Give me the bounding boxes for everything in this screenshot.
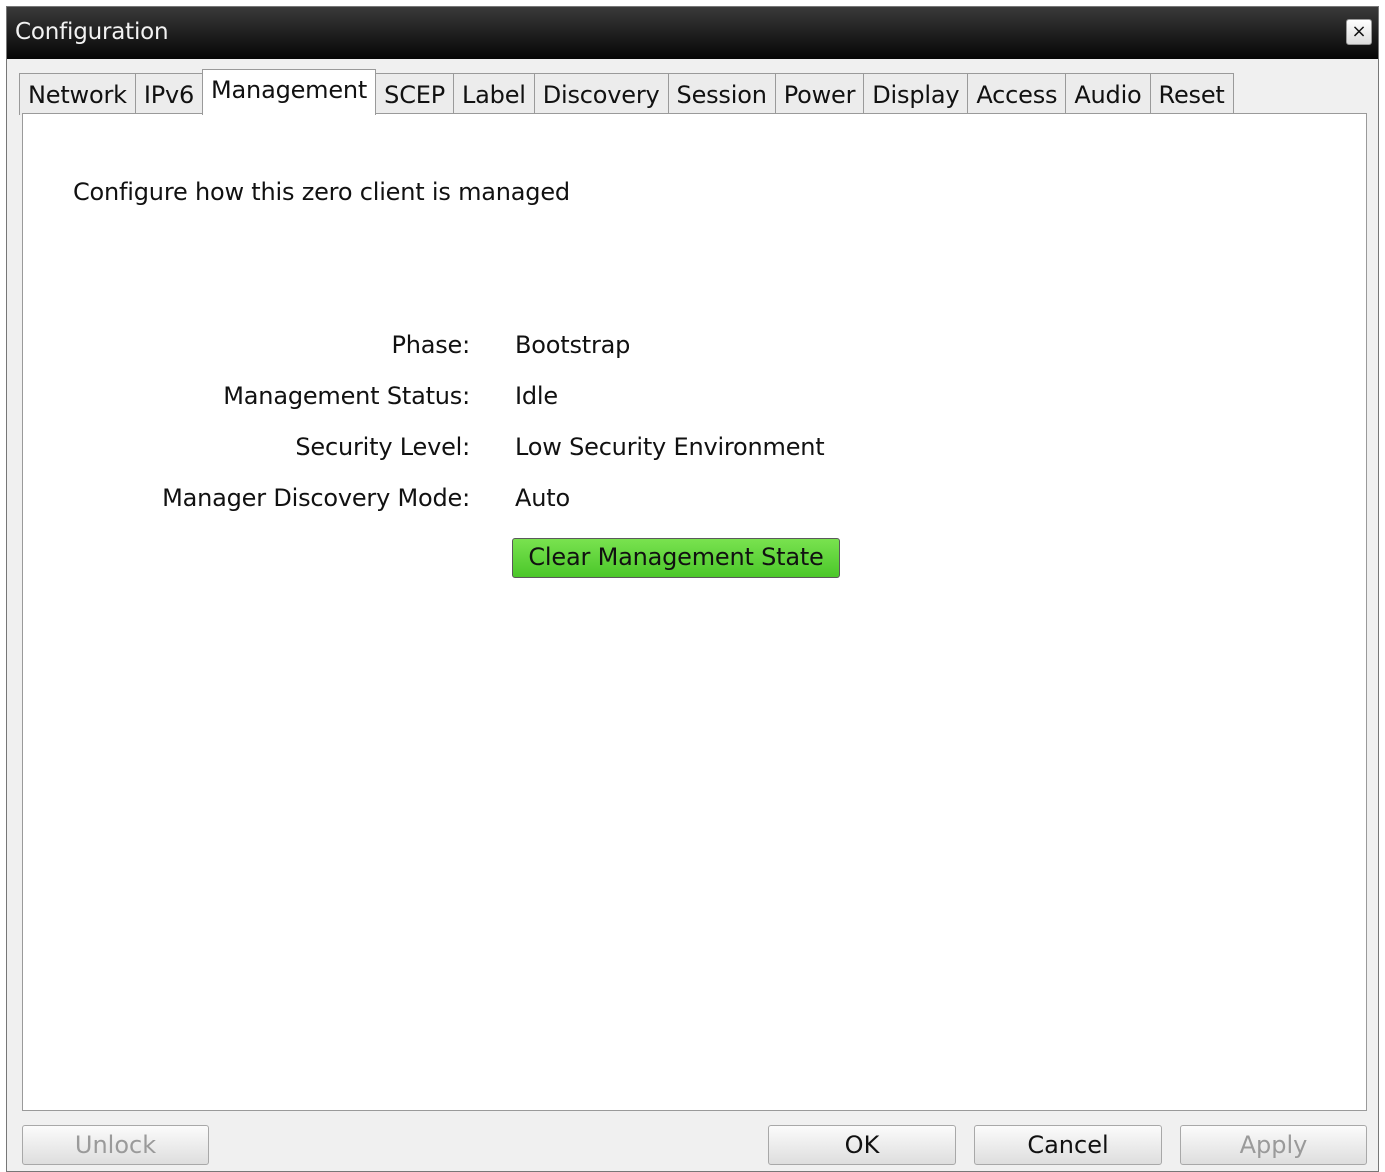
cancel-button[interactable]: Cancel (974, 1125, 1162, 1165)
manager-discovery-mode-value: Auto (515, 484, 570, 512)
tab-label[interactable]: Label (453, 73, 535, 115)
panel-description: Configure how this zero client is manage… (73, 178, 570, 206)
tab-access[interactable]: Access (967, 73, 1067, 115)
phase-label: Phase: (391, 331, 470, 359)
tab-ipv6[interactable]: IPv6 (134, 73, 204, 115)
management-panel: Configure how this zero client is manage… (22, 113, 1367, 1111)
close-icon: × (1351, 21, 1367, 42)
close-button[interactable]: × (1346, 19, 1372, 45)
ok-button[interactable]: OK (768, 1125, 956, 1165)
tab-discovery[interactable]: Discovery (533, 73, 669, 115)
tab-reset[interactable]: Reset (1149, 73, 1234, 115)
phase-value: Bootstrap (515, 331, 631, 359)
tab-power[interactable]: Power (774, 73, 865, 115)
title-bar: Configuration × (7, 7, 1378, 59)
management-status-value: Idle (515, 382, 558, 410)
security-level-label: Security Level: (295, 433, 470, 461)
configuration-window: Configuration × Network IPv6 Management … (6, 6, 1379, 1172)
apply-button[interactable]: Apply (1180, 1125, 1367, 1165)
tab-display[interactable]: Display (863, 73, 969, 115)
tab-scep[interactable]: SCEP (375, 73, 454, 115)
unlock-button[interactable]: Unlock (22, 1125, 209, 1165)
tab-management[interactable]: Management (202, 69, 377, 115)
clear-management-state-button[interactable]: Clear Management State (512, 538, 840, 578)
management-status-label: Management Status: (223, 382, 470, 410)
tab-audio[interactable]: Audio (1065, 73, 1151, 115)
security-level-value: Low Security Environment (515, 433, 825, 461)
tab-bar: Network IPv6 Management SCEP Label Disco… (19, 69, 1234, 115)
window-title: Configuration (15, 19, 169, 45)
tab-session[interactable]: Session (667, 73, 776, 115)
manager-discovery-mode-label: Manager Discovery Mode: (162, 484, 470, 512)
tab-network[interactable]: Network (19, 73, 136, 115)
